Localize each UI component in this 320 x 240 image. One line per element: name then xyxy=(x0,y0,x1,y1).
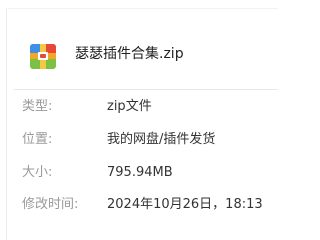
detail-label-type: 类型: xyxy=(22,99,53,114)
detail-value-modified: 2024年10月26日，18:13 xyxy=(107,197,263,212)
detail-row-size: 大小: 795.94MB xyxy=(0,160,278,182)
detail-label-size: 大小: xyxy=(22,165,53,180)
detail-value-size: 795.94MB xyxy=(107,165,173,180)
detail-row-type: 类型: zip文件 xyxy=(0,94,278,116)
file-header: 瑟瑟插件合集.zip xyxy=(0,0,278,90)
file-name: 瑟瑟插件合集.zip xyxy=(75,46,184,62)
detail-label-location: 位置: xyxy=(22,132,53,147)
detail-label-modified: 修改时间: xyxy=(22,197,79,212)
detail-row-location: 位置: 我的网盘/插件发货 xyxy=(0,127,278,149)
file-info-panel: 瑟瑟插件合集.zip 类型: zip文件 位置: 我的网盘/插件发货 大小: 7… xyxy=(0,0,278,240)
zip-archive-icon xyxy=(28,41,58,71)
detail-value-location[interactable]: 我的网盘/插件发货 xyxy=(107,132,215,148)
detail-value-type: zip文件 xyxy=(107,99,152,114)
detail-row-modified: 修改时间: 2024年10月26日，18:13 xyxy=(0,192,278,214)
divider xyxy=(14,89,278,90)
